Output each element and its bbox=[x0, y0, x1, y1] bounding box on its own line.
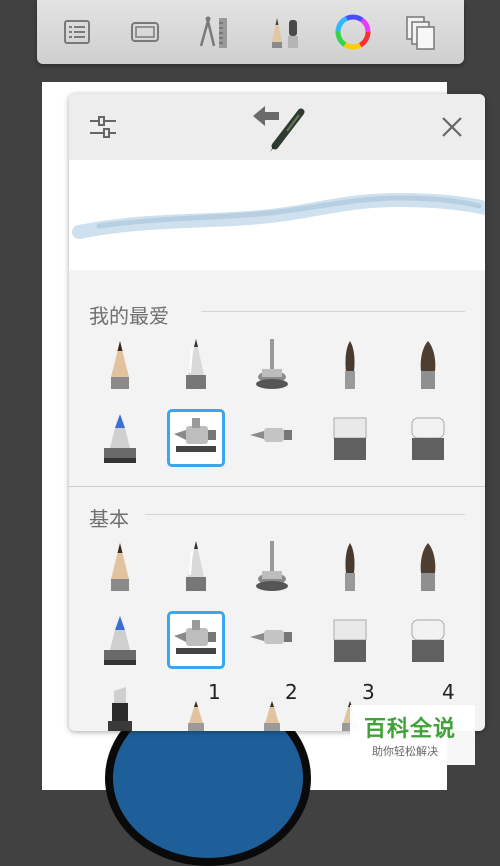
airbrush-icon bbox=[174, 418, 216, 452]
brush-wide-brush[interactable] bbox=[399, 334, 457, 392]
brush-technical-pen[interactable] bbox=[243, 334, 301, 392]
technical-pen-icon bbox=[256, 339, 288, 389]
list-icon[interactable] bbox=[57, 12, 97, 52]
section-rule bbox=[201, 311, 465, 312]
brush-paint-brush[interactable] bbox=[321, 536, 379, 594]
hard-eraser-icon bbox=[411, 417, 445, 460]
paint-brush-icon bbox=[345, 543, 355, 591]
brush-soft-eraser[interactable] bbox=[321, 611, 379, 669]
watermark-logo: 百科全说 助你轻松解决 bbox=[350, 705, 475, 765]
brush-pencil[interactable] bbox=[91, 536, 149, 594]
brush-paint-brush[interactable] bbox=[321, 334, 379, 392]
watermark-subtitle: 助你轻松解决 bbox=[372, 745, 438, 758]
size-label: 4 bbox=[442, 680, 455, 704]
size-label: 3 bbox=[362, 680, 375, 704]
brush-ballpoint[interactable] bbox=[167, 536, 225, 594]
main-toolbar bbox=[37, 0, 464, 64]
brush-marker[interactable] bbox=[91, 611, 149, 669]
layers-icon[interactable] bbox=[401, 12, 441, 52]
guides-icon[interactable] bbox=[194, 12, 234, 52]
favorites-section-title: 我的最爱 bbox=[89, 304, 169, 328]
soft-eraser-icon bbox=[333, 417, 367, 460]
brush-pencil[interactable] bbox=[91, 334, 149, 392]
size-label: 2 bbox=[285, 680, 298, 704]
brush-soft-eraser[interactable] bbox=[321, 409, 379, 467]
paint-brush-icon bbox=[345, 341, 355, 389]
wide-brush-icon bbox=[420, 543, 436, 591]
airbrush-fine-icon bbox=[250, 630, 292, 644]
pencil-icon bbox=[111, 341, 129, 389]
close-icon[interactable] bbox=[439, 114, 465, 140]
airbrush-fine-icon bbox=[250, 428, 292, 442]
brush-wide-brush[interactable] bbox=[399, 536, 457, 594]
watermark-title: 百科全说 bbox=[364, 717, 457, 742]
brush-hard-eraser[interactable] bbox=[399, 409, 457, 467]
wide-brush-icon bbox=[420, 341, 436, 389]
brush-hard-eraser[interactable] bbox=[399, 611, 457, 669]
brush-airbrush-fine[interactable] bbox=[243, 409, 301, 467]
technical-pen-icon bbox=[256, 541, 288, 591]
hard-eraser-icon bbox=[411, 619, 445, 662]
airbrush-icon bbox=[174, 620, 216, 654]
brush-ballpoint[interactable] bbox=[167, 334, 225, 392]
pen-swap-icon[interactable] bbox=[249, 102, 309, 154]
marker-icon bbox=[104, 616, 136, 665]
brush-airbrush[interactable] bbox=[167, 409, 225, 467]
brush-library-panel: 我的最爱 基本 1 2 3 4 bbox=[69, 94, 485, 731]
soft-eraser-icon bbox=[333, 619, 367, 662]
section-rule bbox=[145, 514, 465, 515]
brush-technical-pen[interactable] bbox=[243, 536, 301, 594]
marker-icon bbox=[104, 414, 136, 463]
brush-airbrush[interactable] bbox=[167, 611, 225, 669]
pencil-icon bbox=[111, 543, 129, 591]
brush-chisel-marker[interactable] bbox=[91, 684, 149, 731]
brush-marker[interactable] bbox=[91, 409, 149, 467]
brush-stroke-preview bbox=[69, 160, 485, 270]
sliders-icon[interactable] bbox=[87, 111, 119, 143]
panel-header bbox=[69, 94, 485, 160]
size-label: 1 bbox=[208, 680, 221, 704]
brush-airbrush-fine[interactable] bbox=[243, 611, 301, 669]
canvas-icon[interactable] bbox=[125, 12, 165, 52]
color-wheel-icon[interactable] bbox=[333, 12, 373, 52]
section-divider bbox=[69, 486, 485, 487]
ballpoint-icon bbox=[186, 541, 206, 591]
ballpoint-icon bbox=[186, 339, 206, 389]
brushes-icon[interactable] bbox=[265, 12, 305, 52]
basic-section-title: 基本 bbox=[89, 507, 129, 531]
